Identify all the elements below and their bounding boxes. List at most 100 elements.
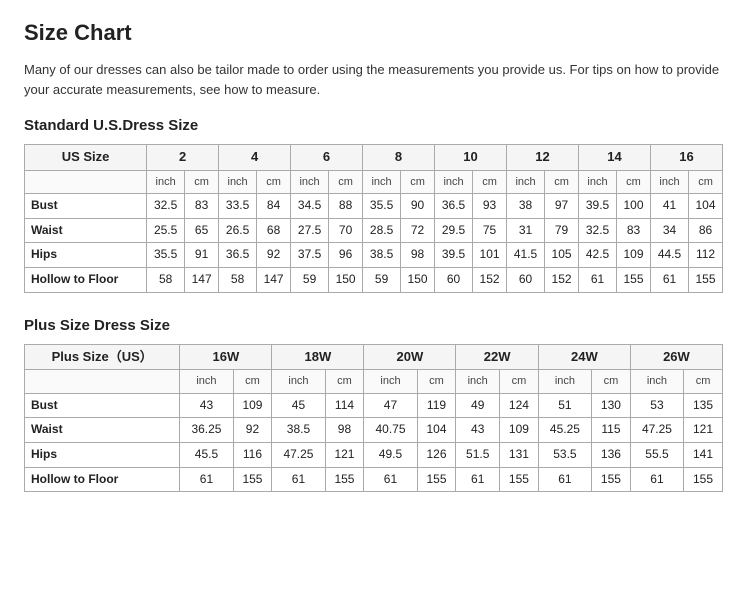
plus-22w-inch: inch bbox=[456, 370, 500, 393]
cell-value: 98 bbox=[325, 418, 364, 443]
cell-value: 43 bbox=[456, 418, 500, 443]
plus-26w-cm: cm bbox=[684, 370, 723, 393]
standard-col-14: 14 bbox=[578, 145, 650, 171]
standard-col-4: 4 bbox=[219, 145, 291, 171]
cell-value: 101 bbox=[473, 243, 507, 268]
standard-subheader-row: inch cm inch cm inch cm inch cm inch cm … bbox=[25, 170, 723, 193]
cell-value: 41.5 bbox=[507, 243, 545, 268]
standard-size-table: US Size 2 4 6 8 10 12 14 16 inch cm inch… bbox=[24, 144, 723, 293]
cell-value: 45.25 bbox=[538, 418, 591, 443]
cell-value: 61 bbox=[180, 467, 233, 492]
cell-value: 60 bbox=[507, 267, 545, 292]
cell-value: 53 bbox=[630, 393, 683, 418]
cell-value: 152 bbox=[545, 267, 579, 292]
description-text: Many of our dresses can also be tailor m… bbox=[24, 60, 723, 99]
cell-value: 121 bbox=[325, 442, 364, 467]
std-16-cm: cm bbox=[689, 170, 723, 193]
cell-value: 61 bbox=[364, 467, 417, 492]
cell-value: 124 bbox=[500, 393, 539, 418]
plus-col-18w: 18W bbox=[272, 344, 364, 370]
plus-26w-inch: inch bbox=[630, 370, 683, 393]
cell-value: 86 bbox=[689, 218, 723, 243]
standard-header-row: US Size 2 4 6 8 10 12 14 16 bbox=[25, 145, 723, 171]
cell-value: 44.5 bbox=[650, 243, 688, 268]
cell-value: 47.25 bbox=[630, 418, 683, 443]
table-row: Bust32.58333.58434.58835.59036.593389739… bbox=[25, 194, 723, 219]
cell-value: 75 bbox=[473, 218, 507, 243]
std-4-cm: cm bbox=[257, 170, 291, 193]
cell-value: 155 bbox=[617, 267, 651, 292]
cell-value: 58 bbox=[147, 267, 185, 292]
table-row: Hips45.511647.2512149.512651.513153.5136… bbox=[25, 442, 723, 467]
std-8-inch: inch bbox=[363, 170, 401, 193]
cell-value: 150 bbox=[401, 267, 435, 292]
cell-value: 98 bbox=[401, 243, 435, 268]
cell-value: 29.5 bbox=[435, 218, 473, 243]
std-12-cm: cm bbox=[545, 170, 579, 193]
cell-value: 36.25 bbox=[180, 418, 233, 443]
std-10-inch: inch bbox=[435, 170, 473, 193]
cell-value: 130 bbox=[592, 393, 631, 418]
cell-value: 150 bbox=[329, 267, 363, 292]
row-label: Waist bbox=[25, 418, 180, 443]
cell-value: 38.5 bbox=[272, 418, 325, 443]
plus-subheader-empty bbox=[25, 370, 180, 393]
cell-value: 114 bbox=[325, 393, 364, 418]
cell-value: 79 bbox=[545, 218, 579, 243]
cell-value: 35.5 bbox=[363, 194, 401, 219]
cell-value: 32.5 bbox=[578, 218, 616, 243]
cell-value: 28.5 bbox=[363, 218, 401, 243]
cell-value: 61 bbox=[272, 467, 325, 492]
cell-value: 51.5 bbox=[456, 442, 500, 467]
row-label: Hollow to Floor bbox=[25, 467, 180, 492]
std-6-inch: inch bbox=[291, 170, 329, 193]
cell-value: 61 bbox=[456, 467, 500, 492]
table-row: Bust431094511447119491245113053135 bbox=[25, 393, 723, 418]
cell-value: 59 bbox=[291, 267, 329, 292]
plus-col-label: Plus Size（US） bbox=[25, 344, 180, 370]
cell-value: 121 bbox=[684, 418, 723, 443]
plus-18w-inch: inch bbox=[272, 370, 325, 393]
cell-value: 115 bbox=[592, 418, 631, 443]
std-6-cm: cm bbox=[329, 170, 363, 193]
cell-value: 49 bbox=[456, 393, 500, 418]
cell-value: 70 bbox=[329, 218, 363, 243]
cell-value: 61 bbox=[650, 267, 688, 292]
cell-value: 90 bbox=[401, 194, 435, 219]
plus-24w-inch: inch bbox=[538, 370, 591, 393]
plus-size-table: Plus Size（US） 16W 18W 20W 22W 24W 26W in… bbox=[24, 344, 723, 493]
standard-subheader-empty bbox=[25, 170, 147, 193]
cell-value: 93 bbox=[473, 194, 507, 219]
standard-col-8: 8 bbox=[363, 145, 435, 171]
cell-value: 96 bbox=[329, 243, 363, 268]
cell-value: 97 bbox=[545, 194, 579, 219]
cell-value: 65 bbox=[185, 218, 219, 243]
plus-section-heading: Plus Size Dress Size bbox=[24, 317, 723, 334]
cell-value: 109 bbox=[500, 418, 539, 443]
cell-value: 42.5 bbox=[578, 243, 616, 268]
cell-value: 92 bbox=[257, 243, 291, 268]
plus-22w-cm: cm bbox=[500, 370, 539, 393]
cell-value: 32.5 bbox=[147, 194, 185, 219]
cell-value: 155 bbox=[417, 467, 456, 492]
cell-value: 60 bbox=[435, 267, 473, 292]
cell-value: 112 bbox=[689, 243, 723, 268]
std-16-inch: inch bbox=[650, 170, 688, 193]
cell-value: 40.75 bbox=[364, 418, 417, 443]
std-12-inch: inch bbox=[507, 170, 545, 193]
plus-24w-cm: cm bbox=[592, 370, 631, 393]
cell-value: 155 bbox=[325, 467, 364, 492]
cell-value: 38.5 bbox=[363, 243, 401, 268]
plus-col-22w: 22W bbox=[456, 344, 538, 370]
cell-value: 36.5 bbox=[435, 194, 473, 219]
cell-value: 100 bbox=[617, 194, 651, 219]
cell-value: 155 bbox=[684, 467, 723, 492]
cell-value: 39.5 bbox=[578, 194, 616, 219]
cell-value: 105 bbox=[545, 243, 579, 268]
cell-value: 152 bbox=[473, 267, 507, 292]
std-8-cm: cm bbox=[401, 170, 435, 193]
cell-value: 45.5 bbox=[180, 442, 233, 467]
cell-value: 35.5 bbox=[147, 243, 185, 268]
std-14-inch: inch bbox=[578, 170, 616, 193]
page-title: Size Chart bbox=[24, 20, 723, 46]
